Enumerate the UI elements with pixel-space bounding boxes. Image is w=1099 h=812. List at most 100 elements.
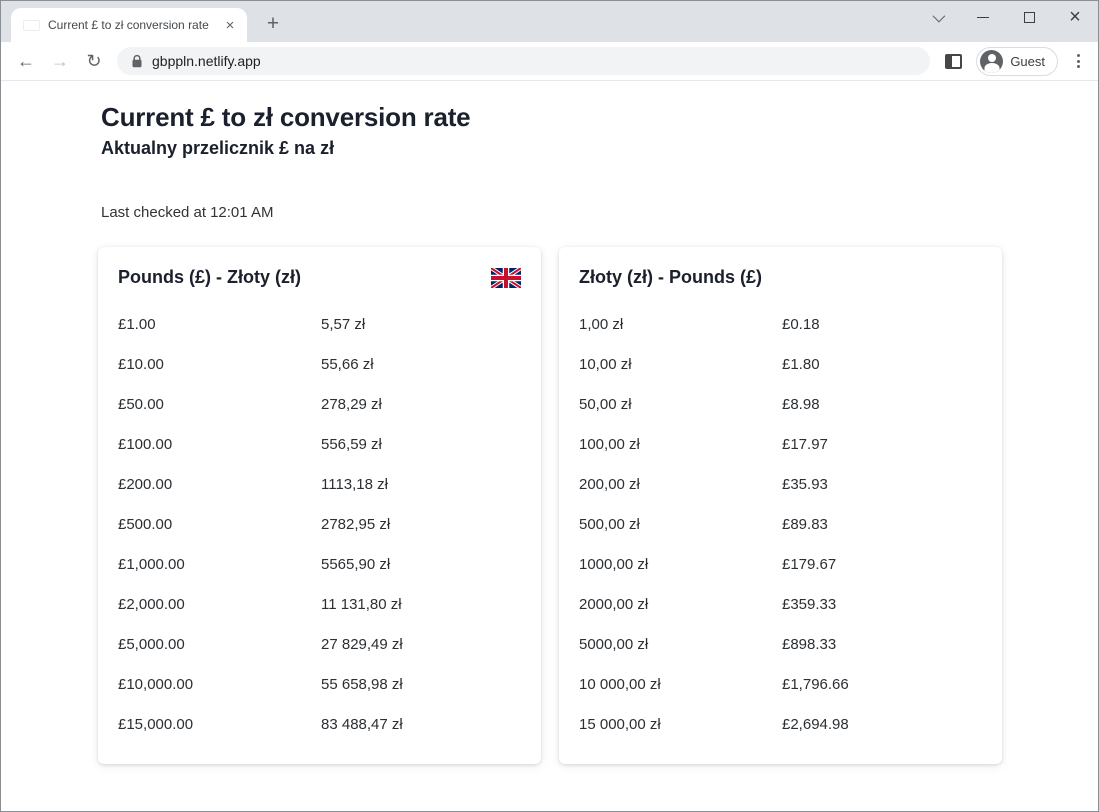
amount-from: £100.00 [118,436,321,453]
table-row: 10,00 zł £1.80 [579,344,982,384]
table-row: 100,00 zł £17.97 [579,424,982,464]
table-row: 200,00 zł £35.93 [579,464,982,504]
url-text: gbppln.netlify.app [152,53,261,69]
amount-from: 10,00 zł [579,356,782,373]
back-button[interactable]: ← [11,46,41,76]
amount-from: £15,000.00 [118,716,321,733]
table-row: 5000,00 zł £898.33 [579,624,982,664]
amount-to: 5565,90 zł [321,556,521,573]
page-subtitle: Aktualny przelicznik £ na zł [101,138,1098,159]
gbp-to-pln-card: Pounds (£) - Złoty (zł) £1.00 5,57 [98,247,541,764]
address-bar[interactable]: gbppln.netlify.app [117,47,930,75]
conversion-rows: 1,00 zł £0.18 10,00 zł £1.80 50,00 zł £8… [579,304,982,744]
amount-from: £10.00 [118,356,321,373]
profile-label: Guest [1010,54,1045,69]
browser-menu-button[interactable] [1066,46,1090,76]
minimize-icon [977,17,989,18]
last-checked-status: Last checked at12:01 AM [101,204,1098,221]
page-content: Current £ to zł conversion rate Aktualny… [1,81,1098,811]
table-row: £1.00 5,57 zł [118,304,521,344]
amount-to: £1.80 [782,356,982,373]
amount-to: 1113,18 zł [321,476,521,493]
amount-to: 27 829,49 zł [321,636,521,653]
poland-flag-favicon-icon [23,20,40,31]
amount-from: £10,000.00 [118,676,321,693]
amount-from: 15 000,00 zł [579,716,782,733]
table-row: £1,000.00 5565,90 zł [118,544,521,584]
amount-to: 11 131,80 zł [321,596,521,613]
table-row: £15,000.00 83 488,47 zł [118,704,521,744]
amount-from: 500,00 zł [579,516,782,533]
tab-close-icon[interactable]: × [221,16,239,34]
last-checked-time: 12:01 AM [210,204,273,221]
last-checked-label: Last checked at [101,204,206,221]
side-panel-icon [945,54,962,69]
forward-button[interactable]: → [45,46,75,76]
amount-to: 55 658,98 zł [321,676,521,693]
poland-flag-icon [952,268,982,288]
amount-to: £8.98 [782,396,982,413]
tab-title: Current £ to zł conversion rate [48,18,215,32]
maximize-button[interactable] [1006,1,1052,33]
page-title: Current £ to zł conversion rate [101,102,1098,133]
table-row: 10 000,00 zł £1,796.66 [579,664,982,704]
card-title: Złoty (zł) - Pounds (£) [579,267,762,288]
amount-from: 100,00 zł [579,436,782,453]
tab-strip: Current £ to zł conversion rate × + × [1,1,1098,42]
lock-icon[interactable] [131,54,143,68]
amount-to: £89.83 [782,516,982,533]
amount-from: £500.00 [118,516,321,533]
table-row: £10,000.00 55 658,98 zł [118,664,521,704]
amount-from: £200.00 [118,476,321,493]
minimize-button[interactable] [960,1,1006,33]
browser-window: Current £ to zł conversion rate × + × ← … [0,0,1099,812]
uk-flag-icon [491,268,521,288]
table-row: £10.00 55,66 zł [118,344,521,384]
table-row: £500.00 2782,95 zł [118,504,521,544]
conversion-rows: £1.00 5,57 zł £10.00 55,66 zł £50.00 278… [118,304,521,744]
close-icon: × [1069,7,1081,27]
table-row: £100.00 556,59 zł [118,424,521,464]
amount-to: 55,66 zł [321,356,521,373]
maximize-icon [1024,12,1035,23]
window-controls: × [914,1,1098,33]
amount-to: £359.33 [782,596,982,613]
amount-to: 5,57 zł [321,316,521,333]
reload-button[interactable]: ↻ [79,46,109,76]
browser-toolbar: ← → ↻ gbppln.netlify.app Guest [1,42,1098,81]
conversion-cards: Pounds (£) - Złoty (zł) £1.00 5,57 [98,247,1098,764]
amount-to: £898.33 [782,636,982,653]
table-row: £50.00 278,29 zł [118,384,521,424]
amount-from: 50,00 zł [579,396,782,413]
amount-to: £35.93 [782,476,982,493]
tab-search-chevron-icon[interactable] [914,1,960,33]
amount-to: £2,694.98 [782,716,982,733]
amount-from: 1000,00 zł [579,556,782,573]
new-tab-button[interactable]: + [259,10,287,38]
amount-to: £17.97 [782,436,982,453]
browser-tab[interactable]: Current £ to zł conversion rate × [11,8,247,42]
amount-from: 2000,00 zł [579,596,782,613]
close-window-button[interactable]: × [1052,1,1098,33]
side-panel-button[interactable] [938,46,968,76]
table-row: 1000,00 zł £179.67 [579,544,982,584]
amount-from: 5000,00 zł [579,636,782,653]
profile-chip[interactable]: Guest [976,47,1058,76]
amount-from: 1,00 zł [579,316,782,333]
amount-from: £1,000.00 [118,556,321,573]
amount-to: 556,59 zł [321,436,521,453]
table-row: 500,00 zł £89.83 [579,504,982,544]
card-title: Pounds (£) - Złoty (zł) [118,267,301,288]
table-row: 1,00 zł £0.18 [579,304,982,344]
table-row: 50,00 zł £8.98 [579,384,982,424]
table-row: 15 000,00 zł £2,694.98 [579,704,982,744]
table-row: 2000,00 zł £359.33 [579,584,982,624]
pln-to-gbp-card: Złoty (zł) - Pounds (£) 1,00 zł £0.18 10… [559,247,1002,764]
guest-avatar [980,50,1003,73]
table-row: £2,000.00 11 131,80 zł [118,584,521,624]
amount-from: £1.00 [118,316,321,333]
amount-from: £50.00 [118,396,321,413]
table-row: £5,000.00 27 829,49 zł [118,624,521,664]
amount-to: 2782,95 zł [321,516,521,533]
amount-to: £179.67 [782,556,982,573]
